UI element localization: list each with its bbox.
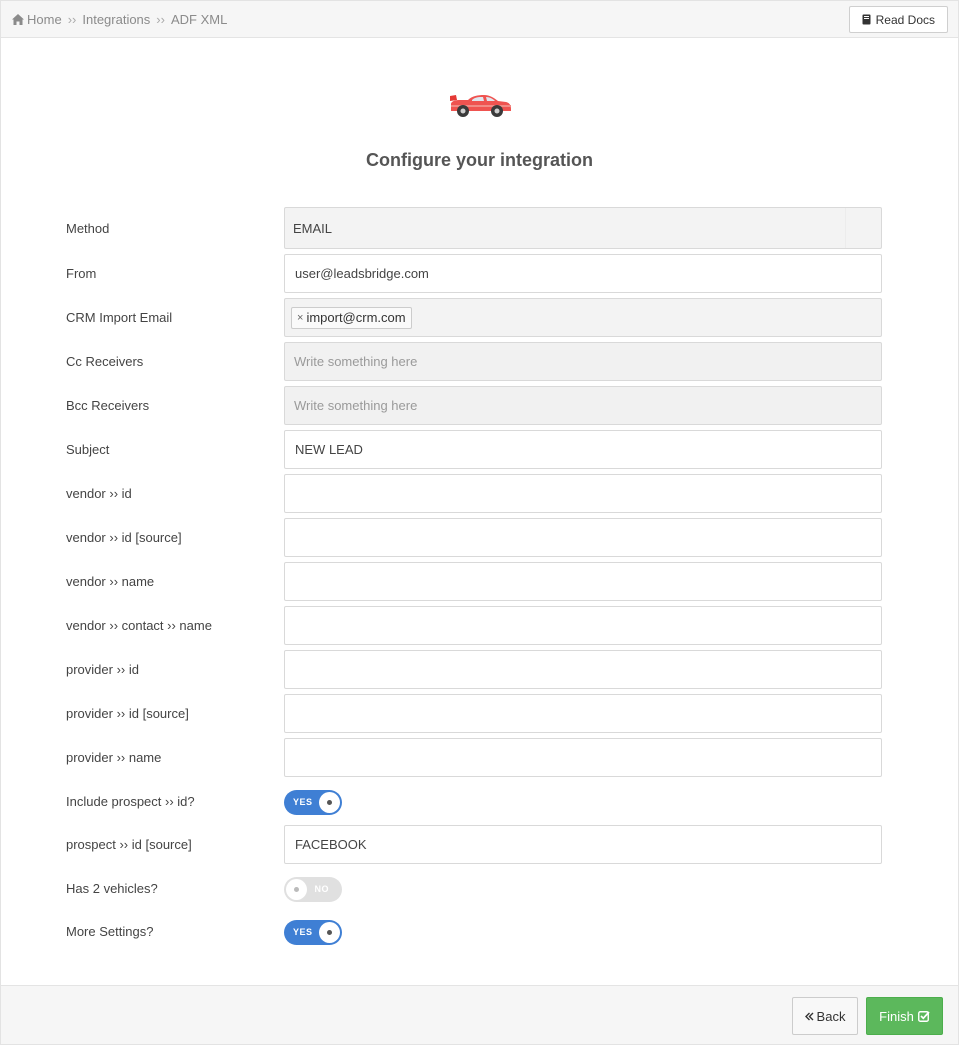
provider-name-field[interactable] — [284, 738, 882, 777]
toggle-state-label: YES — [293, 927, 313, 937]
toggle-knob — [319, 792, 340, 813]
breadcrumb-current: ADF XML — [170, 12, 228, 27]
double-chevron-left-icon — [804, 1012, 814, 1020]
subject-label: Subject — [66, 442, 110, 457]
from-label: From — [66, 266, 97, 281]
email-tag-label: import@crm.com — [306, 310, 406, 325]
include-prospect-id-toggle[interactable]: YES — [284, 790, 342, 815]
vendor-contact-name-field[interactable] — [284, 606, 882, 645]
toggle-knob — [286, 879, 307, 900]
prospect-id-source-label: prospect ›› id [source] — [66, 837, 192, 852]
from-value: user@leadsbridge.com — [295, 266, 429, 281]
prospect-id-source-field[interactable]: FACEBOOK — [284, 825, 882, 864]
page-title: Configure your integration — [366, 150, 593, 170]
provider-id-source-label: provider ›› id [source] — [66, 706, 189, 721]
more-settings-label: More Settings? — [66, 924, 154, 939]
subject-value: NEW LEAD — [295, 442, 363, 457]
has-2-vehicles-toggle[interactable]: NO — [284, 877, 342, 902]
provider-id-source-field[interactable] — [284, 694, 882, 733]
toggle-knob — [319, 922, 340, 943]
check-square-icon — [917, 1011, 930, 1022]
top-bar: Home ›› Integrations ›› ADF XML Read Docs — [1, 1, 958, 38]
vendor-name-label: vendor ›› name — [66, 574, 155, 589]
home-icon — [12, 14, 24, 25]
crm-import-email-field[interactable]: × import@crm.com — [284, 298, 882, 337]
method-select[interactable]: EMAIL — [284, 207, 882, 249]
vendor-name-field[interactable] — [284, 562, 882, 601]
bcc-receivers-placeholder: Write something here — [294, 398, 418, 413]
prospect-id-source-value: FACEBOOK — [295, 837, 367, 852]
back-label: Back — [816, 1008, 846, 1024]
tag-remove-icon[interactable]: × — [297, 312, 303, 324]
provider-name-label: provider ›› name — [66, 750, 162, 765]
provider-id-field[interactable] — [284, 650, 882, 689]
provider-id-label: provider ›› id — [66, 662, 139, 677]
bcc-receivers-field[interactable]: Write something here — [284, 386, 882, 425]
vendor-id-source-label: vendor ›› id [source] — [66, 530, 182, 545]
bcc-receivers-label: Bcc Receivers — [66, 398, 150, 413]
crm-import-email-label: CRM Import Email — [66, 310, 173, 325]
car-icon — [450, 95, 511, 117]
from-field[interactable]: user@leadsbridge.com — [284, 254, 882, 293]
breadcrumb-separator: ›› — [156, 12, 165, 27]
finish-button[interactable]: Finish — [866, 997, 943, 1035]
vendor-id-source-field[interactable] — [284, 518, 882, 557]
breadcrumb-separator: ›› — [67, 12, 77, 27]
method-select-caret — [845, 208, 881, 248]
method-label: Method — [66, 221, 110, 236]
subject-field[interactable]: NEW LEAD — [284, 430, 882, 469]
has-2-vehicles-label: Has 2 vehicles? — [66, 881, 158, 896]
vendor-id-label: vendor ›› id — [66, 486, 132, 501]
toggle-state-label: YES — [293, 797, 313, 807]
finish-label: Finish — [879, 1008, 914, 1024]
include-prospect-id-label: Include prospect ›› id? — [66, 794, 195, 809]
read-docs-label: Read Docs — [875, 12, 935, 27]
vendor-id-field[interactable] — [284, 474, 882, 513]
vendor-contact-name-label: vendor ›› contact ›› name — [66, 618, 212, 633]
book-icon — [862, 14, 871, 25]
cc-receivers-label: Cc Receivers — [66, 354, 144, 369]
email-tag: × import@crm.com — [291, 306, 412, 329]
cc-receivers-placeholder: Write something here — [294, 354, 418, 369]
breadcrumb: Home ›› Integrations ›› ADF XML — [12, 12, 227, 27]
method-value: EMAIL — [293, 220, 333, 236]
more-settings-toggle[interactable]: YES — [284, 920, 342, 945]
breadcrumb-integrations[interactable]: Integrations — [82, 12, 150, 27]
back-button[interactable]: Back — [792, 997, 858, 1035]
cc-receivers-field[interactable]: Write something here — [284, 342, 882, 381]
read-docs-button[interactable]: Read Docs — [848, 6, 948, 33]
breadcrumb-home[interactable]: Home — [27, 12, 62, 27]
toggle-state-label: NO — [314, 884, 329, 894]
